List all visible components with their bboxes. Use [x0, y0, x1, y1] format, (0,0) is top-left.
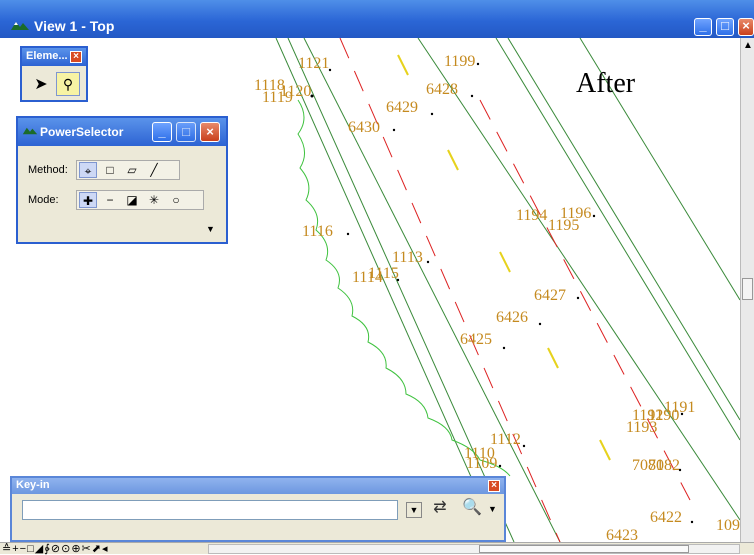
powerselector-app-icon [22, 127, 38, 135]
point-label: 1191 [664, 399, 696, 416]
horizontal-scrollbar[interactable] [208, 544, 740, 554]
centerline [339, 38, 561, 542]
point-label: 6428 [426, 81, 458, 98]
browse-keyin-icon[interactable]: ⇄ [426, 496, 454, 520]
subtract-mode-icon[interactable]: − [101, 192, 119, 208]
design-geometry [275, 38, 740, 542]
maximize-button[interactable]: □ [716, 18, 734, 36]
method-label: Method: [28, 164, 68, 176]
powerselector-minimize-button[interactable]: _ [152, 122, 172, 142]
point-label: 6425 [460, 331, 492, 348]
powerselector-title-bar[interactable]: PowerSelector _ □ × [18, 118, 226, 146]
keyin-title-bar[interactable]: Key-in × [12, 478, 504, 494]
view-controls-toolbar[interactable]: ≙+−□◢∲⊘⊙⊕✂⬈◂ [2, 542, 109, 555]
point-label: 6430 [348, 119, 380, 136]
arrow-pointer-icon[interactable]: ➤ [30, 74, 52, 96]
invert-mode-icon[interactable]: ◪ [123, 192, 141, 208]
point-label: 1199 [444, 53, 476, 70]
powerselector-dialog: PowerSelector _ □ × Method: ⌖ □ ▱ ╱ Mode… [16, 116, 228, 244]
point-label: 1195 [548, 217, 580, 234]
keyin-dialog: Key-in × ▼ ⇄ 🔍 ▼ [10, 476, 506, 542]
toolbox-title-bar[interactable]: Eleme... × [22, 48, 86, 66]
mode-group: ✚ − ◪ ✳ ○ [76, 190, 204, 210]
powerselector-maximize-button[interactable]: □ [176, 122, 196, 142]
vertical-scroll-thumb[interactable] [742, 278, 753, 300]
lane-marker [599, 439, 611, 461]
lane-marker [499, 251, 511, 273]
powerselector-title: PowerSelector [40, 125, 124, 139]
keyin-input[interactable] [22, 500, 398, 520]
new-mode-icon[interactable]: ✳ [145, 192, 163, 208]
powerselector-close-button[interactable]: × [200, 122, 220, 142]
toolbox-title: Eleme... [26, 50, 68, 62]
lane-marker [447, 149, 459, 171]
point-label: 6426 [496, 309, 528, 326]
find-keyin-icon[interactable]: 🔍 [458, 496, 486, 520]
point-label: 6429 [386, 99, 418, 116]
point-label: 1193 [626, 419, 658, 436]
keyin-close-button[interactable]: × [488, 480, 500, 492]
find-dropdown-icon[interactable]: ▼ [488, 504, 497, 514]
keyin-title: Key-in [16, 479, 50, 491]
toolbox-close-button[interactable]: × [70, 51, 82, 63]
add-mode-icon[interactable]: ✚ [79, 192, 97, 208]
vertical-scrollbar[interactable]: ▲ [740, 38, 754, 542]
point-label: 1116 [302, 223, 333, 240]
scroll-up-icon[interactable]: ▲ [743, 40, 753, 51]
expand-icon[interactable]: ▼ [206, 224, 215, 234]
point-label: 1120 [280, 83, 312, 100]
point-label: 1121 [298, 55, 330, 72]
lane-marker [547, 347, 559, 369]
view-title: View 1 - Top [34, 18, 115, 34]
method-group: ⌖ □ ▱ ╱ [76, 160, 180, 180]
horizontal-scroll-thumb[interactable] [479, 545, 689, 553]
element-selection-icon[interactable]: ⚲ [56, 72, 80, 96]
point-label: 7082 [648, 457, 680, 474]
line-method-icon[interactable]: ╱ [145, 162, 163, 178]
view-control-bar: ≙+−□◢∲⊘⊙⊕✂⬈◂ [0, 542, 754, 555]
mode-label: Mode: [28, 194, 59, 206]
lane-marker [397, 54, 409, 76]
clear-mode-icon[interactable]: ○ [167, 192, 185, 208]
after-annotation: After [576, 68, 636, 99]
element-selection-toolbox: Eleme... × ➤ ⚲ [20, 46, 88, 102]
minimize-button[interactable]: _ [694, 18, 712, 36]
point-label: 1194 [516, 207, 548, 224]
individual-method-icon[interactable]: ⌖ [79, 162, 97, 178]
keyin-history-dropdown[interactable]: ▼ [406, 502, 422, 518]
microstation-view-icon [11, 22, 29, 30]
close-button[interactable]: × [738, 18, 754, 36]
point-label: 1110 [464, 445, 495, 462]
view-title-bar[interactable]: View 1 - Top _ □ × [0, 0, 754, 38]
point-label: 6427 [534, 287, 566, 304]
point-label: 1113 [392, 249, 423, 266]
drawing-canvas[interactable]: 1121 1118 1119 1120 1199 6428 6429 6430 … [0, 38, 748, 544]
point-label: 6422 [650, 509, 682, 526]
shape-method-icon[interactable]: ▱ [123, 162, 141, 178]
curb-edge [297, 99, 511, 477]
point-label: 1115 [368, 265, 399, 282]
block-method-icon[interactable]: □ [101, 162, 119, 178]
